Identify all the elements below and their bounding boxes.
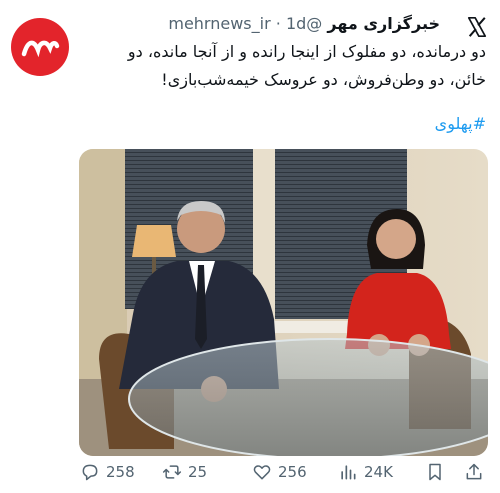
like-count: 256 xyxy=(278,463,307,481)
photo-illustration xyxy=(79,149,488,456)
separator-dot: · xyxy=(275,14,281,33)
views-chart-icon xyxy=(341,465,356,480)
tweet-photo[interactable] xyxy=(79,149,488,456)
reply-button[interactable]: 258 xyxy=(80,462,135,482)
bookmark-icon xyxy=(429,463,441,481)
repost-icon xyxy=(162,465,182,479)
account-avatar[interactable] xyxy=(11,18,69,76)
account-name[interactable]: خبرگزاری مهر xyxy=(327,14,440,33)
tweet-actions: 258 25 256 24K xyxy=(0,462,500,490)
x-logo-icon xyxy=(467,17,487,37)
repost-count: 25 xyxy=(188,463,208,481)
mehr-logo-icon xyxy=(21,40,60,58)
bookmark-button[interactable] xyxy=(425,462,445,482)
reply-count: 258 xyxy=(106,463,135,481)
reply-icon xyxy=(82,464,98,481)
heart-icon xyxy=(253,465,271,480)
tweet-line: دو درمانده، دو مفلوک از اینجا رانده و از… xyxy=(127,42,486,61)
tweet-text: دو درمانده، دو مفلوک از اینجا رانده و از… xyxy=(80,38,486,94)
tweet-header: خبرگزاری مهر @mehrnews_ir · 1d xyxy=(70,14,440,38)
timestamp[interactable]: 1d xyxy=(286,14,306,33)
views-button[interactable]: 24K xyxy=(338,462,393,482)
share-icon xyxy=(466,463,482,480)
like-button[interactable]: 256 xyxy=(252,462,307,482)
hashtag-link[interactable]: #پهلوی xyxy=(435,114,486,133)
views-count: 24K xyxy=(364,463,393,481)
repost-button[interactable]: 25 xyxy=(162,462,207,482)
share-button[interactable] xyxy=(464,462,484,482)
tweet-line: خائن، دو وطن‌فروش، دو عروسک خیمه‌شب‌بازی… xyxy=(161,70,486,89)
